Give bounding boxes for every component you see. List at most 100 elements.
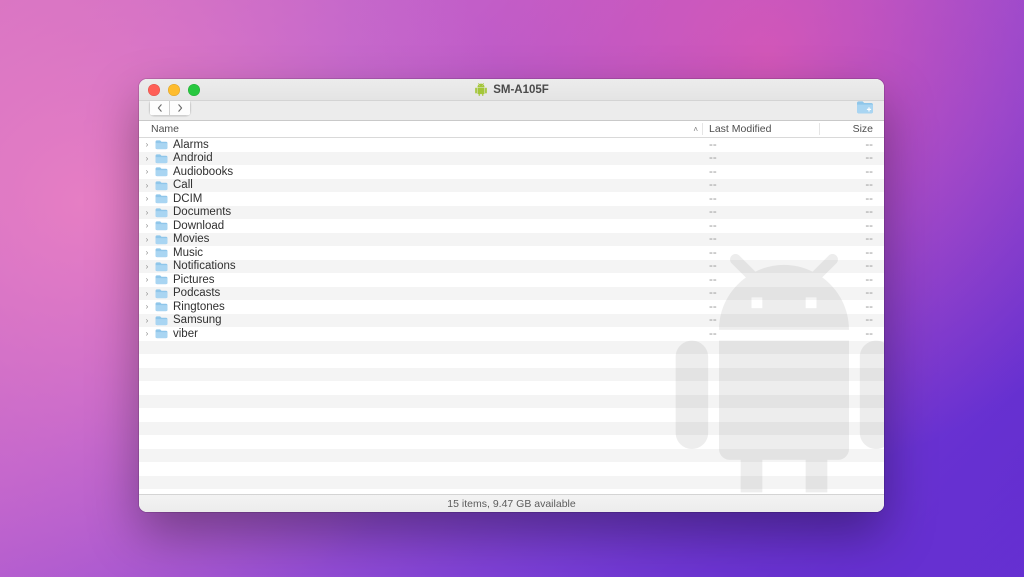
row-name: Call bbox=[173, 179, 703, 191]
table-row[interactable]: ›Samsung---- bbox=[139, 314, 884, 328]
disclosure-icon[interactable]: › bbox=[139, 167, 153, 176]
row-name: Podcasts bbox=[173, 287, 703, 299]
table-row[interactable]: ›Pictures---- bbox=[139, 273, 884, 287]
disclosure-icon[interactable]: › bbox=[139, 329, 153, 338]
row-size: -- bbox=[820, 206, 884, 218]
folder-icon bbox=[154, 328, 169, 339]
empty-row bbox=[139, 395, 884, 409]
row-modified: -- bbox=[703, 152, 820, 164]
row-name: Movies bbox=[173, 233, 703, 245]
disclosure-icon[interactable]: › bbox=[139, 235, 153, 244]
empty-row bbox=[139, 462, 884, 476]
row-modified: -- bbox=[703, 220, 820, 232]
status-bar: 15 items, 9.47 GB available bbox=[139, 494, 884, 512]
empty-row bbox=[139, 435, 884, 449]
table-row[interactable]: ›Alarms---- bbox=[139, 138, 884, 152]
minimize-button[interactable] bbox=[168, 84, 180, 96]
table-row[interactable]: ›Ringtones---- bbox=[139, 300, 884, 314]
row-size: -- bbox=[820, 287, 884, 299]
window-controls bbox=[148, 84, 200, 96]
folder-icon bbox=[154, 180, 169, 191]
folder-icon bbox=[154, 301, 169, 312]
table-row[interactable]: ›Call---- bbox=[139, 179, 884, 193]
empty-row bbox=[139, 368, 884, 382]
folder-icon bbox=[154, 166, 169, 177]
table-row[interactable]: ›Podcasts---- bbox=[139, 287, 884, 301]
folder-icon bbox=[154, 274, 169, 285]
forward-button[interactable] bbox=[170, 99, 191, 116]
column-header: Name ˄ Last Modified Size bbox=[139, 121, 884, 138]
table-row[interactable]: ›Android---- bbox=[139, 152, 884, 166]
table-row[interactable]: ›Audiobooks---- bbox=[139, 165, 884, 179]
disclosure-icon[interactable]: › bbox=[139, 208, 153, 217]
disclosure-icon[interactable]: › bbox=[139, 154, 153, 163]
row-name: Download bbox=[173, 220, 703, 232]
row-size: -- bbox=[820, 193, 884, 205]
row-size: -- bbox=[820, 233, 884, 245]
disclosure-icon[interactable]: › bbox=[139, 302, 153, 311]
column-size-label: Size bbox=[853, 123, 873, 135]
file-list[interactable]: ›Alarms----›Android----›Audiobooks----›C… bbox=[139, 138, 884, 494]
table-row[interactable]: ›DCIM---- bbox=[139, 192, 884, 206]
new-folder-button[interactable] bbox=[855, 99, 875, 120]
back-button[interactable] bbox=[149, 99, 170, 116]
column-size[interactable]: Size bbox=[820, 123, 884, 135]
row-name: Notifications bbox=[173, 260, 703, 272]
column-modified[interactable]: Last Modified bbox=[703, 123, 820, 135]
row-size: -- bbox=[820, 220, 884, 232]
row-name: Alarms bbox=[173, 139, 703, 151]
row-size: -- bbox=[820, 139, 884, 151]
row-modified: -- bbox=[703, 287, 820, 299]
disclosure-icon[interactable]: › bbox=[139, 140, 153, 149]
maximize-button[interactable] bbox=[188, 84, 200, 96]
table-row[interactable]: ›Download---- bbox=[139, 219, 884, 233]
disclosure-icon[interactable]: › bbox=[139, 194, 153, 203]
disclosure-icon[interactable]: › bbox=[139, 289, 153, 298]
row-name: viber bbox=[173, 328, 703, 340]
row-name: Pictures bbox=[173, 274, 703, 286]
folder-icon bbox=[154, 315, 169, 326]
disclosure-icon[interactable]: › bbox=[139, 221, 153, 230]
disclosure-icon[interactable]: › bbox=[139, 275, 153, 284]
folder-icon bbox=[154, 207, 169, 218]
disclosure-icon[interactable]: › bbox=[139, 316, 153, 325]
disclosure-icon[interactable]: › bbox=[139, 248, 153, 257]
folder-icon bbox=[154, 288, 169, 299]
row-size: -- bbox=[820, 179, 884, 191]
row-name: Documents bbox=[173, 206, 703, 218]
empty-row bbox=[139, 408, 884, 422]
column-name-label: Name bbox=[151, 123, 179, 135]
row-modified: -- bbox=[703, 179, 820, 191]
close-button[interactable] bbox=[148, 84, 160, 96]
empty-row bbox=[139, 449, 884, 463]
row-name: Ringtones bbox=[173, 301, 703, 313]
row-name: Android bbox=[173, 152, 703, 164]
row-modified: -- bbox=[703, 206, 820, 218]
row-size: -- bbox=[820, 152, 884, 164]
empty-row bbox=[139, 381, 884, 395]
empty-row bbox=[139, 422, 884, 436]
folder-icon bbox=[154, 193, 169, 204]
row-modified: -- bbox=[703, 166, 820, 178]
disclosure-icon[interactable]: › bbox=[139, 181, 153, 190]
folder-icon bbox=[154, 153, 169, 164]
sort-indicator-icon: ˄ bbox=[693, 125, 698, 134]
folder-icon bbox=[154, 139, 169, 150]
table-row[interactable]: ›Documents---- bbox=[139, 206, 884, 220]
row-modified: -- bbox=[703, 139, 820, 151]
nav-segment bbox=[149, 99, 191, 116]
toolbar bbox=[139, 101, 884, 121]
table-row[interactable]: ›viber---- bbox=[139, 327, 884, 341]
folder-icon bbox=[154, 247, 169, 258]
row-modified: -- bbox=[703, 233, 820, 245]
folder-icon bbox=[154, 261, 169, 272]
table-row[interactable]: ›Music---- bbox=[139, 246, 884, 260]
table-row[interactable]: ›Movies---- bbox=[139, 233, 884, 247]
titlebar[interactable]: SM-A105F bbox=[139, 79, 884, 101]
row-name: Audiobooks bbox=[173, 166, 703, 178]
row-size: -- bbox=[820, 301, 884, 313]
table-row[interactable]: ›Notifications---- bbox=[139, 260, 884, 274]
disclosure-icon[interactable]: › bbox=[139, 262, 153, 271]
folder-icon bbox=[154, 234, 169, 245]
column-name[interactable]: Name ˄ bbox=[139, 123, 703, 135]
